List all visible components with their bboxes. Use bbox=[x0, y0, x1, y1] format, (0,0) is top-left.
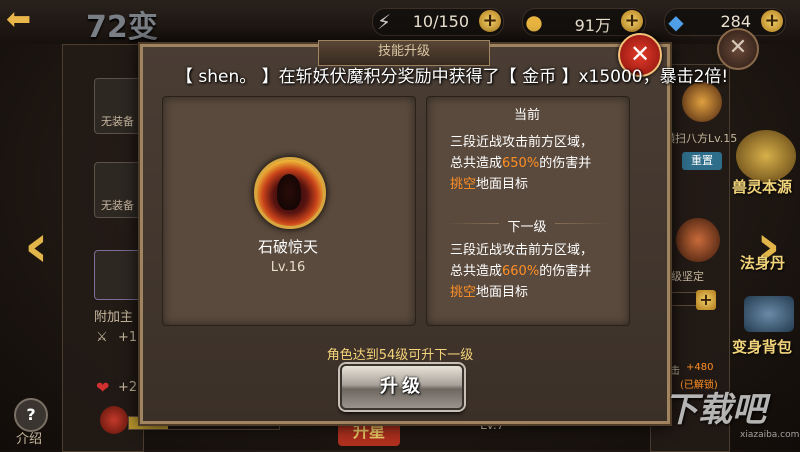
equip-slot-2[interactable]: 无装备 bbox=[94, 162, 144, 218]
add-energy-button[interactable]: + bbox=[479, 10, 501, 32]
level-requirement: 角色达到54级可升下一级 bbox=[326, 348, 474, 363]
watermark-logo: 下载吧 bbox=[664, 390, 766, 430]
bag-icon[interactable] bbox=[744, 296, 794, 332]
gold-coin-icon: ● bbox=[525, 10, 543, 34]
gold-counter: ● 91万 + bbox=[522, 8, 646, 36]
skill-name: 石破惊天 bbox=[257, 238, 318, 256]
current-desc: 三段近战攻击前方区域， 总共造成650%的伤害并 挑空地面目标 bbox=[450, 135, 594, 192]
skill-sweep-icon[interactable] bbox=[682, 82, 722, 122]
transform-bag-label: 变身背包 bbox=[732, 338, 793, 356]
sword-icon: ⚔ bbox=[96, 330, 108, 345]
spirit-origin-icon[interactable] bbox=[736, 130, 796, 182]
add-gem-button[interactable]: + bbox=[761, 10, 783, 32]
back-arrow-icon[interactable]: ⬅ bbox=[6, 4, 60, 36]
reset-button[interactable]: 重置 bbox=[682, 152, 722, 170]
avatar[interactable] bbox=[100, 406, 128, 434]
watermark-url: xiazaiba.com bbox=[740, 430, 800, 440]
add-skill-button[interactable]: + bbox=[696, 290, 716, 310]
attr-1: +1 bbox=[118, 330, 138, 345]
attr-title: 附加主 bbox=[94, 310, 134, 325]
upgrade-button[interactable]: 升级 bbox=[340, 364, 464, 410]
skill-flame-icon bbox=[254, 157, 326, 229]
diamond-icon: ◆ bbox=[668, 10, 684, 34]
spirit-origin-label: 兽灵本源 bbox=[732, 178, 793, 196]
add-gold-button[interactable]: + bbox=[621, 10, 643, 32]
energy-counter: ⚡ 10/150 + bbox=[372, 8, 504, 36]
help-label: 介绍 bbox=[16, 432, 43, 447]
next-desc: 三段近战攻击前方区域， 总共造成660%的伤害并 挑空地面目标 bbox=[450, 243, 594, 300]
equip-slot-1[interactable]: 无装备 bbox=[94, 78, 144, 134]
gold-value: 91万 bbox=[574, 16, 611, 35]
next-header: 下一级 bbox=[426, 216, 628, 235]
dharma-pill-label: 法身丹 bbox=[740, 254, 786, 272]
skill-level: Lv.16 bbox=[270, 260, 306, 275]
skill-firm-icon[interactable] bbox=[676, 218, 720, 262]
rune-slot[interactable] bbox=[94, 250, 144, 300]
heart-icon: ❤ bbox=[96, 378, 110, 397]
page-title: 72变 bbox=[86, 10, 158, 45]
energy-value: 10/150 bbox=[412, 12, 469, 31]
chevron-left-icon[interactable]: ‹ bbox=[24, 216, 49, 276]
attr-2: +2 bbox=[118, 380, 138, 395]
broadcast-notice: 【 shen。 】在斩妖伏魔积分奖励中获得了【 金币 】x15000，暴击2倍! bbox=[176, 67, 729, 87]
current-header: 当前 bbox=[513, 108, 540, 123]
help-icon[interactable]: ? bbox=[14, 398, 48, 432]
lightning-icon: ⚡ bbox=[376, 10, 392, 34]
